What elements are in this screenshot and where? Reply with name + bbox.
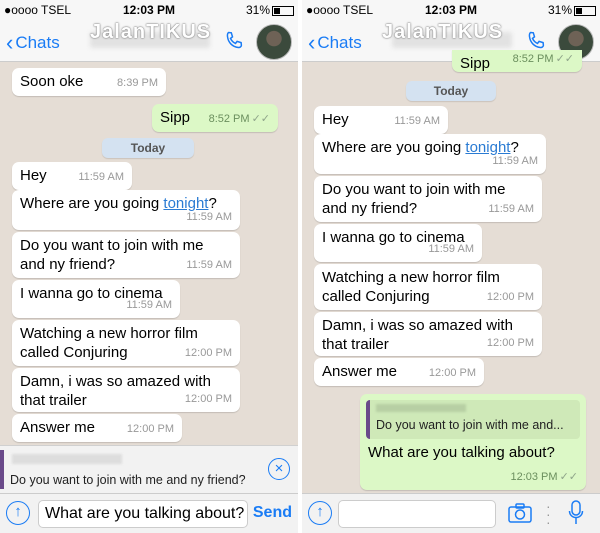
battery-indicator: 31% — [548, 3, 596, 17]
message-text: Answer me — [322, 363, 398, 380]
chat-header: ‹ Chats — [0, 20, 298, 62]
message-incoming[interactable]: Watching a new horror film called Conjur… — [12, 320, 240, 366]
date-separator: Today — [102, 138, 194, 158]
message-text: Soon oke — [20, 73, 84, 90]
message-incoming[interactable]: Answer me 12:00 PM — [12, 414, 182, 442]
message-text: Where are you going — [20, 195, 164, 212]
message-time: 11:59 AM — [78, 171, 124, 183]
message-text: Hey — [322, 111, 349, 128]
quoted-text: Do you want to join with me and... — [376, 418, 564, 432]
message-text: Do you want to join with me and ny frien… — [322, 181, 506, 217]
message-time: 8:52 PM — [208, 113, 250, 125]
message-time: 11:59 AM — [394, 115, 440, 127]
message-outgoing[interactable]: Sipp 8:52 PM ✓✓ — [452, 50, 582, 72]
close-circle-icon[interactable]: × — [268, 458, 290, 480]
contact-name-redacted[interactable] — [90, 32, 210, 48]
reply-accent-bar — [0, 450, 4, 489]
message-time: 12:00 PM — [486, 337, 534, 349]
back-chevron-icon: ‹ — [6, 30, 14, 55]
battery-percent: 31% — [245, 3, 270, 17]
screenshot-composite: ●oooo TSEL 12:03 PM 31% ‹ Chats JalanTIKU… — [0, 0, 600, 533]
back-label: Chats — [317, 33, 362, 52]
back-button[interactable]: ‹ Chats — [308, 30, 362, 56]
back-button[interactable]: ‹ Chats — [6, 30, 60, 56]
battery-icon — [272, 5, 294, 16]
contact-name-redacted[interactable] — [392, 32, 512, 48]
message-time: 11:59 AM — [492, 155, 538, 167]
chat-screen-left: ●oooo TSEL 12:03 PM 31% ‹ Chats JalanTIKU… — [0, 0, 298, 533]
upload-arrow-icon[interactable]: ↑ — [308, 501, 332, 525]
message-input[interactable] — [338, 500, 496, 528]
more-dots-icon: · · · — [546, 498, 551, 530]
message-text: Watching a new horror film called Conjur… — [20, 325, 198, 361]
message-incoming[interactable]: Hey 11:59 AM — [12, 162, 132, 190]
contact-avatar[interactable] — [256, 24, 292, 60]
date-separator: Today — [406, 81, 496, 101]
quoted-message[interactable]: Do you want to join with me and... — [366, 400, 580, 439]
message-input-bar: ↑ What are you talking about? Send — [0, 493, 298, 533]
message-incoming[interactable]: Where are you going tonight? 11:59 AM — [314, 134, 546, 174]
message-text: What are you talking about? — [368, 444, 555, 461]
message-input[interactable]: What are you talking about? — [38, 500, 248, 528]
chat-screen-right: ●oooo TSEL 12:03 PM 31% ‹ Chats JalanTIKU… — [302, 0, 600, 533]
message-text: Hey — [20, 167, 47, 184]
status-bar: ●oooo TSEL 12:03 PM 31% — [302, 0, 600, 20]
message-incoming[interactable]: Watching a new horror film called Conjur… — [314, 264, 542, 310]
message-time: 11:59 AM — [126, 299, 172, 311]
upload-arrow-icon[interactable]: ↑ — [6, 501, 30, 525]
message-incoming[interactable]: I wanna go to cinema 11:59 AM — [314, 224, 482, 262]
message-incoming[interactable]: I wanna go to cinema 11:59 AM — [12, 280, 180, 318]
message-time: 12:00 PM — [428, 367, 476, 379]
message-time: 11:59 AM — [186, 211, 232, 223]
message-text: Sipp — [160, 109, 191, 126]
message-incoming[interactable]: Do you want to join with me and ny frien… — [12, 232, 240, 278]
message-time: 11:59 AM — [428, 243, 474, 255]
message-incoming[interactable]: Damn, i was so amazed with that trailer 1… — [314, 312, 542, 356]
status-bar: ●oooo TSEL 12:03 PM 31% — [0, 0, 298, 20]
message-time: 8:52 PM — [512, 53, 554, 65]
message-incoming[interactable]: Soon oke 8:39 PM — [12, 68, 166, 96]
double-check-icon: ✓✓ — [559, 471, 578, 483]
reply-preview-text: Do you want to join with me and ny frien… — [10, 473, 246, 487]
phone-icon[interactable] — [222, 29, 246, 53]
message-incoming[interactable]: Answer me 12:00 PM — [314, 358, 484, 386]
double-check-icon: ✓✓ — [251, 113, 270, 125]
message-outgoing[interactable]: Sipp 8:52 PM ✓✓ — [152, 104, 278, 132]
message-input-bar: ↑ · · · — [302, 493, 600, 533]
battery-indicator: 31% — [246, 3, 294, 17]
message-time: 12:03 PM — [510, 471, 558, 483]
back-chevron-icon: ‹ — [308, 30, 316, 55]
message-time: 11:59 AM — [488, 203, 534, 215]
message-time-wrap: 8:52 PM ✓✓ — [513, 50, 574, 69]
reply-sender-redacted — [12, 454, 122, 464]
message-time: 11:59 AM — [186, 259, 232, 271]
microphone-icon[interactable] — [568, 500, 584, 526]
battery-percent: 31% — [547, 3, 572, 17]
double-check-icon: ✓✓ — [555, 53, 574, 65]
camera-icon[interactable] — [508, 503, 532, 523]
message-text: Where are you going — [322, 139, 466, 156]
message-text: Sipp — [460, 55, 491, 72]
message-text: Answer me — [20, 419, 96, 436]
message-incoming[interactable]: Where are you going tonight? 11:59 AM — [12, 190, 240, 230]
message-time: 12:00 PM — [126, 423, 174, 435]
battery-icon — [574, 5, 596, 16]
message-incoming[interactable]: Damn, i was so amazed with that trailer 1… — [12, 368, 240, 412]
message-incoming[interactable]: Do you want to join with me and ny frien… — [314, 176, 542, 222]
message-time: 8:39 PM — [117, 77, 158, 89]
message-time-wrap: 8:52 PM ✓✓ — [209, 110, 270, 129]
message-time: 12:00 PM — [184, 347, 232, 359]
message-text: Do you want to join with me and ny frien… — [20, 237, 204, 273]
message-outgoing-reply[interactable]: Do you want to join with me and... What … — [360, 394, 586, 490]
message-time-wrap: 12:03 PM ✓✓ — [510, 468, 578, 487]
reply-preview-panel: Do you want to join with me and ny frien… — [0, 445, 298, 493]
send-button[interactable]: Send — [253, 504, 292, 522]
message-time: 12:00 PM — [184, 393, 232, 405]
message-incoming[interactable]: Hey 11:59 AM — [314, 106, 448, 134]
quoted-sender-redacted — [376, 404, 466, 412]
message-text: Watching a new horror film called Conjur… — [322, 269, 500, 305]
message-time: 12:00 PM — [486, 291, 534, 303]
back-label: Chats — [15, 33, 60, 52]
